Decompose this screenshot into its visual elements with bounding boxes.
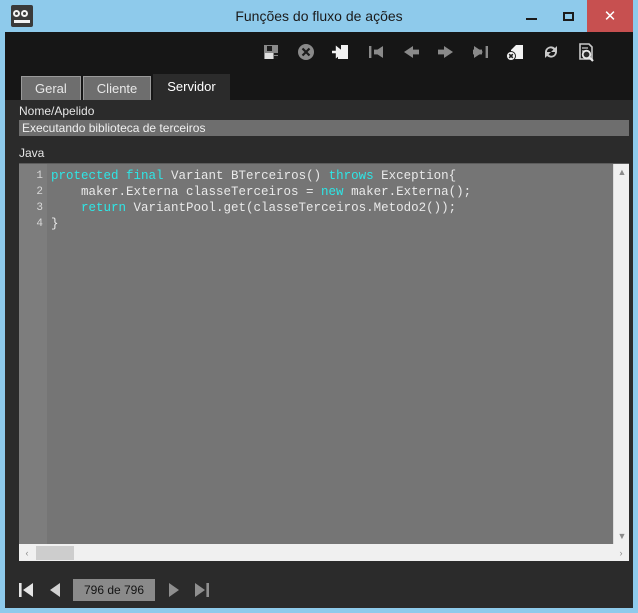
code-token: throws [328, 169, 374, 183]
application-window: Funções do fluxo de ações ✕ Geral Client… [0, 0, 638, 613]
close-icon: ✕ [603, 7, 617, 25]
previous-record-icon[interactable] [400, 41, 422, 63]
code-token: VariantPool.get(classeTerceiros.Metodo2(… [126, 201, 457, 215]
code-token: final [126, 169, 164, 183]
code-token: Variant BTerceiros() [163, 169, 329, 183]
nav-last-button[interactable] [192, 579, 211, 601]
code-token: maker.Externa(); [343, 185, 472, 199]
code-token: protected [51, 169, 119, 183]
code-token: } [51, 217, 59, 231]
editor-vertical-scrollbar[interactable]: ▲ ▼ [613, 164, 629, 544]
maximize-button[interactable] [550, 0, 587, 32]
cancel-icon[interactable] [295, 41, 317, 63]
code-token: new [321, 185, 344, 199]
code-line: } [51, 216, 629, 232]
tab-cliente[interactable]: Cliente [82, 76, 152, 100]
hscroll-thumb[interactable] [36, 545, 74, 560]
nav-next-button[interactable] [164, 579, 183, 601]
form-panel: Nome/Apelido Java 1 2 3 4 protected fina… [5, 100, 633, 561]
scroll-up-icon[interactable]: ▲ [614, 164, 630, 180]
record-counter[interactable]: 796 de 796 [73, 579, 155, 601]
scroll-right-icon[interactable]: › [613, 545, 629, 561]
delete-record-icon[interactable] [505, 41, 527, 63]
line-number: 3 [36, 202, 43, 214]
title-bar: Funções do fluxo de ações ✕ [5, 0, 633, 32]
scroll-left-icon[interactable]: ‹ [19, 545, 35, 561]
code-editor: 1 2 3 4 protected final Variant BTerceir… [19, 163, 629, 561]
name-field-label: Nome/Apelido [19, 104, 95, 118]
search-record-icon[interactable] [575, 41, 597, 63]
code-token: return [81, 201, 127, 215]
line-number: 2 [36, 186, 43, 198]
binoculars-icon [11, 5, 33, 27]
code-token: Exception{ [373, 169, 457, 183]
tab-geral[interactable]: Geral [21, 76, 81, 100]
window-controls: ✕ [513, 0, 633, 32]
last-record-icon[interactable] [470, 41, 492, 63]
nav-first-button[interactable] [17, 579, 36, 601]
line-number-gutter: 1 2 3 4 [19, 164, 47, 544]
line-number: 1 [36, 170, 43, 182]
nav-previous-button[interactable] [45, 579, 64, 601]
tab-bar: Geral Cliente Servidor [5, 72, 633, 100]
save-icon[interactable] [260, 41, 282, 63]
close-button[interactable]: ✕ [587, 0, 633, 32]
code-line: return VariantPool.get(classeTerceiros.M… [51, 200, 629, 216]
tab-servidor[interactable]: Servidor [153, 74, 230, 100]
next-record-icon[interactable] [435, 41, 457, 63]
editor-horizontal-scrollbar[interactable]: ‹ › [19, 544, 629, 561]
record-navigation-bar: 796 de 796 [5, 572, 633, 608]
line-number: 4 [36, 218, 43, 230]
new-record-icon[interactable] [330, 41, 352, 63]
code-field-label: Java [19, 146, 45, 160]
code-line: protected final Variant BTerceiros() thr… [51, 168, 629, 184]
code-line: maker.Externa classeTerceiros = new make… [51, 184, 629, 200]
code-token: maker.Externa classeTerceiros = [51, 185, 322, 199]
scroll-down-icon[interactable]: ▼ [614, 528, 630, 544]
name-input[interactable] [19, 120, 629, 136]
refresh-icon[interactable] [540, 41, 562, 63]
code-text-area[interactable]: protected final Variant BTerceiros() thr… [47, 164, 629, 544]
first-record-icon[interactable] [365, 41, 387, 63]
minimize-button[interactable] [513, 0, 550, 32]
toolbar [5, 32, 633, 72]
